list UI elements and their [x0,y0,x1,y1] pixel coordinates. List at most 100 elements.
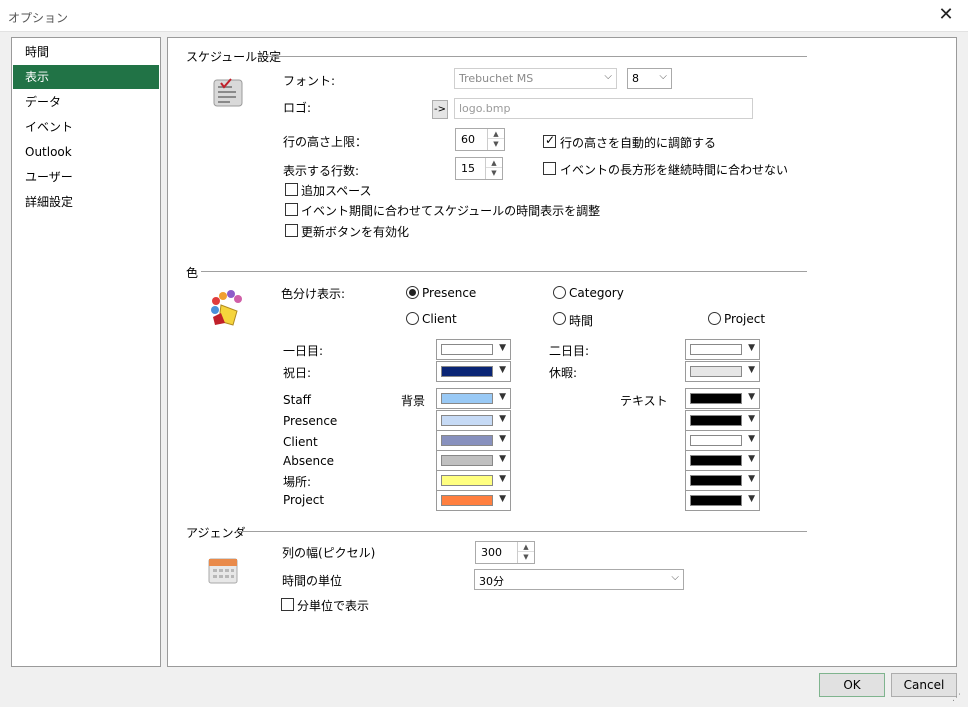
holiday-color-picker[interactable]: ▼ [436,361,511,382]
logo-browse-button[interactable]: -> [432,100,448,119]
sidebar-item-time[interactable]: 時間 [13,40,159,64]
project-text-color-picker[interactable]: ▼ [685,490,760,511]
dropdown-arrow-icon: ▼ [499,494,506,504]
minute-display-checkbox[interactable] [281,598,294,611]
color-swatch [690,366,742,377]
spin-up-icon[interactable]: ▲ [486,158,502,168]
dropdown-arrow-icon: ▼ [748,392,755,402]
sidebar-item-data[interactable]: データ [13,90,159,114]
spin-down-icon[interactable]: ▼ [488,139,504,149]
sidebar-item-users[interactable]: ユーザー [13,165,159,189]
font-value: Trebuchet MS [459,72,534,85]
dropdown-arrow-icon: ▼ [499,343,506,353]
location-color-label: 場所: [283,475,312,489]
column-width-spinner[interactable]: 300 ▲ ▼ [475,541,535,564]
calendar-icon [207,555,239,585]
presence-text-color-picker[interactable]: ▼ [685,410,760,431]
category-radio[interactable] [553,286,566,299]
day1-label: 一日目: [283,344,324,358]
schedule-settings-icon [212,78,244,108]
day2-color-picker[interactable]: ▼ [685,339,760,360]
sidebar-item-advanced[interactable]: 詳細設定 [13,190,159,214]
sidebar-item-outlook[interactable]: Outlook [13,140,159,164]
presence-radio-label: Presence [422,286,477,300]
dropdown-arrow-icon: ▼ [748,454,755,464]
no-fit-duration-checkbox[interactable] [543,162,556,175]
color-swatch [441,344,493,355]
minute-display-label: 分単位で表示 [297,599,370,613]
dropdown-arrow-icon: ▼ [748,474,755,484]
chevron-down-icon: ⌵ [671,572,679,583]
spin-down-icon[interactable]: ▼ [518,552,534,562]
time-unit-dropdown[interactable]: 30分 ⌵ [474,569,684,590]
logo-path-input[interactable]: logo.bmp [454,98,753,119]
resize-grip-icon[interactable]: ⋰ [952,693,961,703]
absence-text-color-picker[interactable]: ▼ [685,450,760,471]
close-icon[interactable]: ✕ [936,5,956,25]
dropdown-arrow-icon: ▼ [499,454,506,464]
font-dropdown[interactable]: Trebuchet MS ⌵ [454,68,617,89]
palette-icon [207,289,245,327]
spin-down-icon[interactable]: ▼ [486,168,502,178]
dropdown-arrow-icon: ▼ [748,434,755,444]
sidebar-item-event[interactable]: イベント [13,115,159,139]
client-radio[interactable] [406,312,419,325]
client-radio-label: Client [422,312,457,326]
staff-text-color-picker[interactable]: ▼ [685,388,760,409]
schedule-section-title: スケジュール設定 [186,50,282,64]
extra-space-checkbox[interactable] [285,183,298,196]
spin-up-icon[interactable]: ▲ [518,542,534,552]
staff-bg-color-picker[interactable]: ▼ [436,388,511,409]
project-radio-label: Project [724,312,766,326]
logo-path-placeholder: logo.bmp [459,102,511,115]
staff-color-label: Staff [283,393,311,407]
dropdown-arrow-icon: ▼ [499,474,506,484]
day2-label: 二日目: [549,344,590,358]
client-bg-color-picker[interactable]: ▼ [436,430,511,451]
refresh-button-label: 更新ボタンを有効化 [301,225,410,239]
dropdown-arrow-icon: ▼ [748,365,755,375]
color-by-label: 色分け表示: [281,287,346,301]
text-header: テキスト [620,394,668,408]
row-height-spinner[interactable]: 60 ▲ ▼ [455,128,505,151]
font-size-dropdown[interactable]: 8 ⌵ [627,68,672,89]
client-text-color-picker[interactable]: ▼ [685,430,760,451]
chevron-down-icon: ⌵ [659,71,667,82]
chevron-down-icon: ⌵ [604,71,612,82]
day1-color-picker[interactable]: ▼ [436,339,511,360]
location-text-color-picker[interactable]: ▼ [685,470,760,491]
project-radio[interactable] [708,312,721,325]
sidebar-item-display[interactable]: 表示 [13,65,159,89]
extra-space-label: 追加スペース [301,184,372,198]
presence-bg-color-picker[interactable]: ▼ [436,410,511,431]
background-header: 背景 [401,394,426,408]
project-color-label: Project [283,493,325,507]
agenda-divider [236,531,807,532]
auto-row-height-checkbox[interactable] [543,133,556,148]
rows-value: 15 [461,162,475,175]
spin-up-icon[interactable]: ▲ [488,129,504,139]
time-unit-label: 時間の単位 [282,574,343,588]
color-swatch [690,435,742,446]
project-bg-color-picker[interactable]: ▼ [436,490,511,511]
presence-radio[interactable] [406,286,419,299]
refresh-button-checkbox[interactable] [285,224,298,237]
column-width-label: 列の幅(ピクセル) [282,546,376,560]
cancel-button[interactable]: Cancel [891,673,957,697]
ok-button[interactable]: OK [819,673,885,697]
adjust-time-display-checkbox[interactable] [285,203,298,216]
vacation-color-picker[interactable]: ▼ [685,361,760,382]
rows-spinner[interactable]: 15 ▲ ▼ [455,157,503,180]
dropdown-arrow-icon: ▼ [499,365,506,375]
dropdown-arrow-icon: ▼ [748,414,755,424]
colors-divider [201,271,807,272]
time-radio[interactable] [553,312,566,325]
colors-section-title: 色 [186,266,199,280]
dropdown-arrow-icon: ▼ [499,392,506,402]
location-bg-color-picker[interactable]: ▼ [436,470,511,491]
schedule-divider [268,56,807,57]
color-swatch [690,344,742,355]
vacation-label: 休暇: [549,366,578,380]
color-swatch [690,495,742,506]
absence-bg-color-picker[interactable]: ▼ [436,450,511,471]
